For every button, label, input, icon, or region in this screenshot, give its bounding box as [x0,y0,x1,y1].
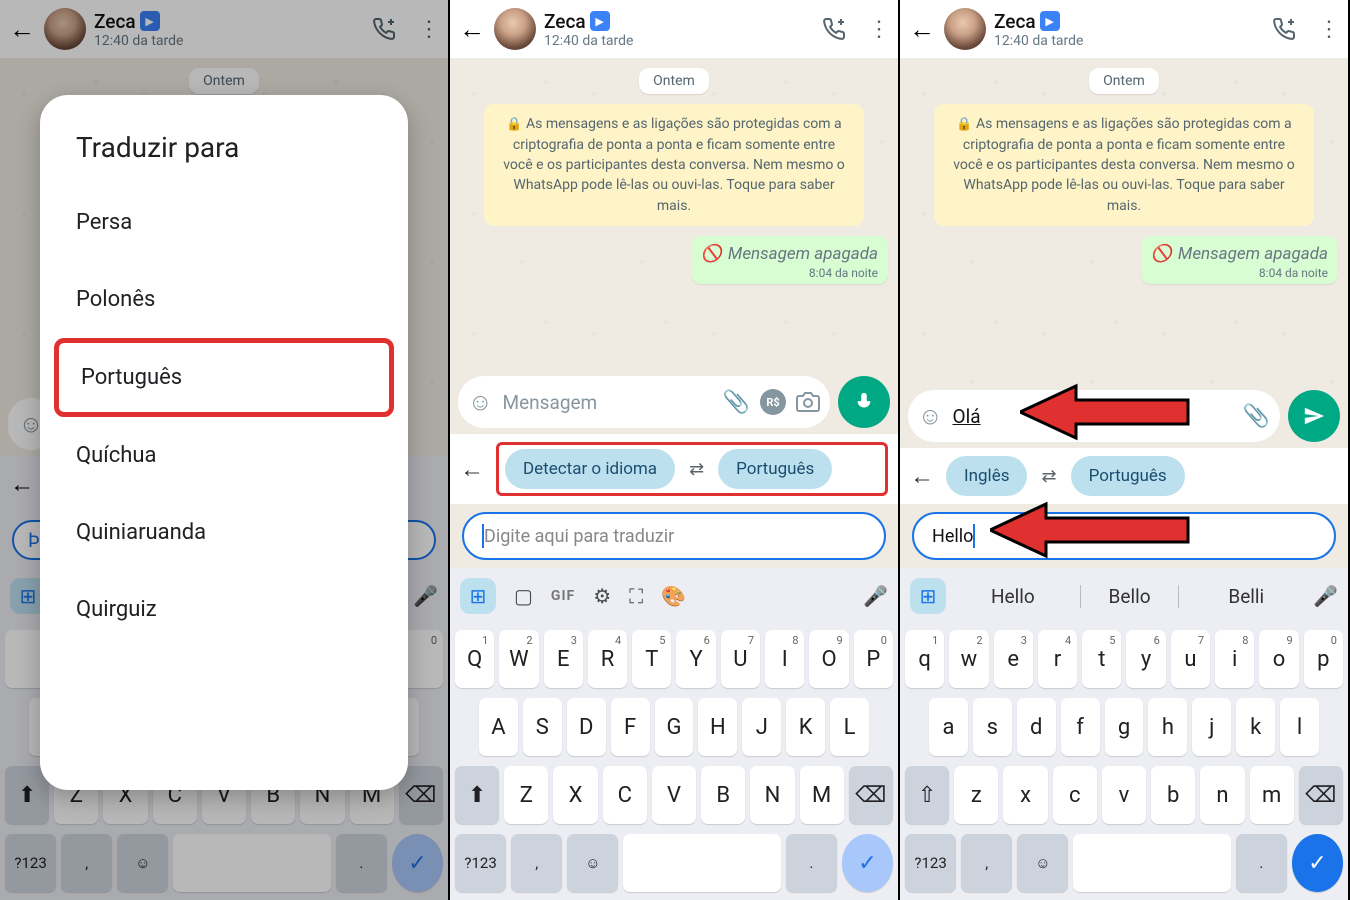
lang-option[interactable]: Polonês [40,261,408,338]
mic-icon[interactable]: 🎤 [863,584,888,608]
gif-icon[interactable]: GIF [551,588,575,604]
play-badge-icon: ▶ [590,11,610,31]
apps-icon[interactable]: ⊞ [460,578,496,614]
panel-3: ← Zeca ▶ 12:40 da tarde ⋮ Ontem 🔒 As men… [900,0,1350,900]
last-seen: 12:40 da tarde [994,33,1264,49]
lang-option[interactable]: Quiniaruanda [40,494,408,571]
back-arrow-icon[interactable]: ← [908,14,936,45]
modal-title: Traduzir para [40,123,408,184]
shift-key[interactable]: ⇧ [905,766,949,824]
message-time: 8:04 da noite [1151,266,1328,280]
lang-option[interactable]: Quíchua [40,417,408,494]
send-button[interactable] [1288,390,1340,442]
lock-icon: 🔒 [956,117,972,132]
date-chip: Ontem [639,68,709,94]
avatar[interactable] [944,8,986,50]
last-seen: 12:40 da tarde [544,33,814,49]
play-badge-icon: ▶ [1040,11,1060,31]
suggestion[interactable]: Belli [1197,585,1295,608]
chat-body: Ontem 🔒 As mensagens e as ligações são p… [450,58,898,370]
message-input-row: ☺ Mensagem 📎 R$ [450,370,898,434]
translate-input[interactable]: Digite aqui para traduzir [462,512,886,560]
panel-1: ← Zeca ▶ 12:40 da tarde ⋮ Ontem ☺ ← Þ [0,0,450,900]
chat-header: ← Zeca ▶ 12:40 da tarde ⋮ [450,0,898,58]
add-call-icon[interactable] [1272,17,1296,42]
lock-icon: 🔒 [506,117,522,132]
emoji-icon[interactable]: ☺ [468,388,493,417]
message-input-row: ☺ Olá 📎 [900,384,1348,448]
message-input[interactable]: ☺ Mensagem 📎 R$ [458,376,830,428]
detect-lang-pill[interactable]: Detectar o idioma [505,449,675,489]
lang-option[interactable]: Quirguiz [40,571,408,648]
key[interactable]: Q1 [455,630,494,688]
sym-key[interactable]: ?123 [455,834,506,892]
swap-icon[interactable]: ⇄ [1041,466,1056,487]
more-icon[interactable]: ⋮ [868,17,890,42]
translate-bar: ← Detectar o idioma ⇄ Português [450,434,898,504]
keyboard-suggestions: ⊞ Hello Bello Belli 🎤 [900,568,1348,624]
payment-icon[interactable]: R$ [760,389,786,415]
suggestion[interactable]: Bello [1080,585,1180,608]
voice-button[interactable] [838,376,890,428]
deleted-message[interactable]: 🚫Mensagem apagada 8:04 da noite [1141,236,1338,284]
enter-key[interactable]: ✓ [842,834,893,892]
emoji-key[interactable]: ☺ [567,834,618,892]
apps-icon[interactable]: ⊞ [910,578,946,614]
translate-back-icon[interactable]: ← [460,455,484,484]
date-chip: Ontem [1089,68,1159,94]
translate-to-modal: Traduzir para Persa Polonês Português Qu… [40,95,408,790]
swap-icon[interactable]: ⇄ [689,459,704,480]
annotation-arrow [990,498,1190,562]
message-time: 8:04 da noite [701,266,878,280]
target-lang-pill[interactable]: Português [1071,456,1185,496]
target-lang-pill[interactable]: Português [718,449,832,489]
emoji-key[interactable]: ☺ [1017,834,1068,892]
space-key[interactable] [1073,834,1230,892]
translate-bar: ← Inglês ⇄ Português [900,448,1348,504]
camera-icon[interactable] [796,390,820,414]
annotation-arrow [1020,380,1190,444]
enter-key[interactable]: ✓ [1292,834,1343,892]
keyboard: q1 w2 e3 r4 t5 y6 u7 i8 o9 p0 a s d f g … [900,624,1348,900]
encryption-notice[interactable]: 🔒 As mensagens e as ligações são protegi… [484,104,864,226]
shift-key[interactable]: ⬆ [455,766,499,824]
mic-icon[interactable]: 🎤 [1313,584,1338,608]
message-placeholder: Mensagem [503,391,713,414]
space-key[interactable] [623,834,780,892]
chat-body: Ontem 🔒 As mensagens e as ligações são p… [900,58,1348,384]
blocked-icon: 🚫 [701,244,722,264]
source-lang-pill[interactable]: Inglês [946,456,1027,496]
contact-name[interactable]: Zeca ▶ [544,10,814,33]
emoji-icon[interactable]: ☺ [918,402,943,431]
lang-option-portuguese[interactable]: Português [54,338,394,417]
add-call-icon[interactable] [822,17,846,42]
backspace-key[interactable]: ⌫ [1299,766,1343,824]
avatar[interactable] [494,8,536,50]
chat-header: ← Zeca ▶ 12:40 da tarde ⋮ [900,0,1348,58]
sticker-icon[interactable]: ▢ [514,584,533,608]
blocked-icon: 🚫 [1151,244,1172,264]
back-arrow-icon[interactable]: ← [458,14,486,45]
attach-icon[interactable]: 📎 [1243,404,1270,429]
encryption-notice[interactable]: 🔒 As mensagens e as ligações são protegi… [934,104,1314,226]
panel-2: ← Zeca ▶ 12:40 da tarde ⋮ Ontem 🔒 As men… [450,0,900,900]
more-icon[interactable]: ⋮ [1318,17,1340,42]
lang-option[interactable]: Persa [40,184,408,261]
contact-name[interactable]: Zeca ▶ [994,10,1264,33]
sym-key[interactable]: ?123 [905,834,956,892]
attach-icon[interactable]: 📎 [723,390,750,415]
deleted-message[interactable]: 🚫Mensagem apagada 8:04 da noite [691,236,888,284]
palette-icon[interactable]: 🎨 [661,584,686,608]
suggestion[interactable]: Hello [964,585,1062,608]
settings-gear-icon[interactable]: ⚙ [593,584,611,608]
translate-back-icon[interactable]: ← [910,462,934,491]
translate-icon[interactable]: ⛶ [629,584,643,608]
language-pills-highlight: Detectar o idioma ⇄ Português [496,442,888,496]
backspace-key[interactable]: ⌫ [849,766,893,824]
keyboard: Q1 W2 E3 R4 T5 Y6 U7 I8 O9 P0 A S D F G … [450,624,898,900]
keyboard-toolbar: ⊞ ▢ GIF ⚙ ⛶ 🎨 🎤 [450,568,898,624]
